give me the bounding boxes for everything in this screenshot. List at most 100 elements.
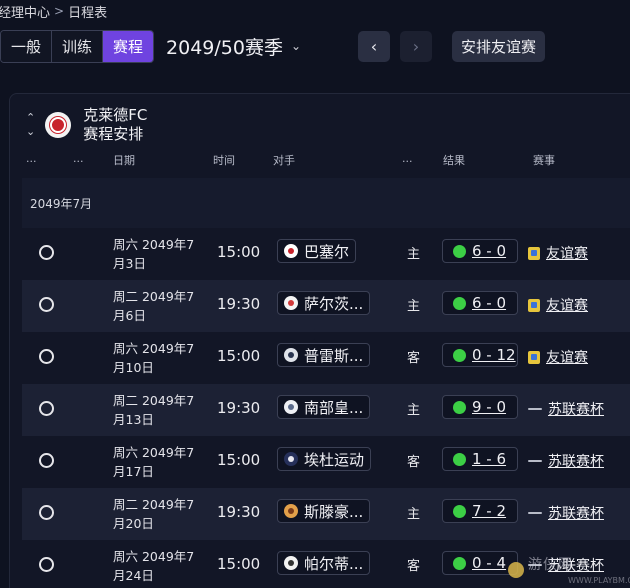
match-score[interactable]: 6 - 0	[472, 294, 506, 312]
row-select-radio[interactable]	[39, 505, 54, 520]
opponent-chip[interactable]: 萨尔茨...	[277, 291, 371, 315]
result-chip[interactable]: 6 - 0	[442, 291, 518, 315]
cup-competition-icon	[528, 512, 542, 514]
competition-link[interactable]: 苏联赛杯	[528, 503, 604, 523]
match-score[interactable]: 6 - 0	[472, 242, 506, 260]
match-score[interactable]: 1 - 6	[472, 450, 506, 468]
opponent-crest-icon	[284, 556, 298, 570]
breadcrumb-parent[interactable]: 经理中心	[0, 2, 50, 21]
win-indicator-icon	[453, 452, 466, 466]
col-header-1[interactable]: ...	[26, 152, 37, 165]
friendly-competition-icon	[528, 350, 540, 364]
next-season-button[interactable]: ›	[400, 31, 432, 62]
win-indicator-icon	[453, 348, 466, 362]
previous-season-button[interactable]: ‹	[358, 31, 390, 62]
competition-name: 苏联赛杯	[548, 454, 604, 470]
row-select-radio[interactable]	[39, 245, 54, 260]
fixture-time: 15:00	[217, 451, 261, 469]
venue-label: 主	[407, 299, 421, 314]
row-select-radio[interactable]	[39, 557, 54, 572]
fixture-date: 周二 2049年7月13日	[113, 393, 195, 427]
result-chip[interactable]: 0 - 4	[442, 551, 518, 575]
opponent-chip[interactable]: 巴塞尔	[277, 239, 357, 263]
opponent-crest-icon	[284, 296, 298, 310]
row-select-radio[interactable]	[39, 453, 54, 468]
result-chip[interactable]: 6 - 0	[442, 239, 518, 263]
competition-name: 苏联赛杯	[548, 402, 604, 418]
opponent-chip[interactable]: 帕尔蒂...	[277, 551, 371, 575]
row-select-radio[interactable]	[39, 349, 54, 364]
match-score[interactable]: 0 - 4	[472, 554, 506, 572]
win-indicator-icon	[453, 400, 466, 414]
result-chip[interactable]: 9 - 0	[442, 395, 518, 419]
opponent-name: 埃杜运动	[304, 450, 365, 469]
result-chip[interactable]: 0 - 12	[442, 343, 518, 367]
match-score[interactable]: 7 - 2	[472, 502, 506, 520]
opponent-name: 南部皇...	[304, 398, 364, 417]
competition-link[interactable]: 友谊赛	[528, 347, 588, 367]
row-select-radio[interactable]	[39, 401, 54, 416]
col-header-date[interactable]: 日期	[113, 152, 135, 168]
fixture-row[interactable]: 周六 2049年7月10日 15:00 普雷斯... 客 0 - 12 友谊赛	[22, 332, 630, 384]
opponent-crest-icon	[284, 452, 298, 466]
opponent-chip[interactable]: 埃杜运动	[277, 447, 372, 471]
fixture-time: 15:00	[217, 243, 261, 261]
row-select-radio[interactable]	[39, 297, 54, 312]
match-score[interactable]: 0 - 12	[472, 346, 516, 364]
fixture-row[interactable]: 周六 2049年7月17日 15:00 埃杜运动 客 1 - 6 苏联赛杯	[22, 436, 630, 488]
opponent-chip[interactable]: 斯滕豪...	[277, 499, 371, 523]
column-headers: ... ... 日期 时间 对手 ... 结果 赛事	[10, 152, 630, 170]
collapse-toggle[interactable]: ⌃ ⌄	[26, 111, 35, 139]
fixture-date: 周二 2049年7月20日	[113, 497, 195, 531]
fixture-time: 15:00	[217, 347, 261, 365]
competition-link[interactable]: 苏联赛杯	[528, 451, 604, 471]
fixture-row[interactable]: 周二 2049年7月6日 19:30 萨尔茨... 主 6 - 0 友谊赛	[22, 280, 630, 332]
caret-down-icon: ⌄	[26, 125, 36, 138]
club-header: ⌃ ⌄ 克莱德FC 赛程安排	[26, 106, 147, 144]
win-indicator-icon	[453, 556, 466, 570]
venue-label: 主	[407, 507, 421, 522]
venue-label: 主	[407, 403, 421, 418]
fixture-date: 周六 2049年7月10日	[113, 341, 195, 375]
win-indicator-icon	[453, 296, 466, 310]
opponent-crest-icon	[284, 348, 298, 362]
venue-label: 客	[407, 351, 421, 366]
club-name[interactable]: 克莱德FC	[83, 106, 147, 125]
month-group-header: 2049年7月	[22, 178, 630, 228]
toolbar-right: ‹ › 安排友谊赛	[0, 31, 630, 62]
fixture-row[interactable]: 周六 2049年7月3日 15:00 巴塞尔 主 6 - 0 友谊赛	[22, 228, 630, 280]
col-header-6[interactable]: ...	[402, 152, 413, 165]
opponent-name: 萨尔茨...	[304, 294, 364, 313]
col-header-time[interactable]: 时间	[213, 152, 235, 168]
friendly-competition-icon	[528, 246, 540, 260]
fixture-date: 周六 2049年7月3日	[113, 237, 195, 271]
opponent-chip[interactable]: 南部皇...	[277, 395, 371, 419]
result-chip[interactable]: 1 - 6	[442, 447, 518, 471]
club-crest-icon	[45, 112, 72, 138]
opponent-chip[interactable]: 普雷斯...	[277, 343, 371, 367]
fixture-row[interactable]: 周二 2049年7月20日 19:30 斯滕豪... 主 7 - 2 苏联赛杯	[22, 488, 630, 540]
competition-link[interactable]: 友谊赛	[528, 295, 588, 315]
venue-label: 客	[407, 455, 421, 470]
col-header-result[interactable]: 结果	[443, 152, 465, 168]
fixture-date: 周六 2049年7月17日	[113, 445, 195, 479]
arrange-friendly-button[interactable]: 安排友谊赛	[452, 31, 546, 62]
opponent-name: 普雷斯...	[304, 346, 364, 365]
cup-competition-icon	[528, 408, 542, 410]
col-header-2[interactable]: ...	[73, 152, 84, 165]
breadcrumb-separator-icon: >	[54, 4, 65, 18]
win-indicator-icon	[453, 504, 466, 518]
col-header-opponent[interactable]: 对手	[273, 152, 295, 168]
match-score[interactable]: 9 - 0	[472, 398, 506, 416]
col-header-competition[interactable]: 赛事	[533, 152, 555, 168]
result-chip[interactable]: 7 - 2	[442, 499, 518, 523]
competition-link[interactable]: 苏联赛杯	[528, 399, 604, 419]
fixture-row[interactable]: 周二 2049年7月13日 19:30 南部皇... 主 9 - 0 苏联赛杯	[22, 384, 630, 436]
friendly-competition-icon	[528, 298, 540, 312]
chevron-right-icon: ›	[412, 37, 420, 56]
competition-link[interactable]: 友谊赛	[528, 243, 588, 263]
fixture-time: 19:30	[217, 295, 261, 313]
venue-label: 主	[407, 247, 421, 262]
fixtures-panel: ⌃ ⌄ 克莱德FC 赛程安排 ... ... 日期 时间 对手 ... 结果 赛…	[9, 93, 630, 588]
fixture-date: 周二 2049年7月6日	[113, 289, 195, 323]
